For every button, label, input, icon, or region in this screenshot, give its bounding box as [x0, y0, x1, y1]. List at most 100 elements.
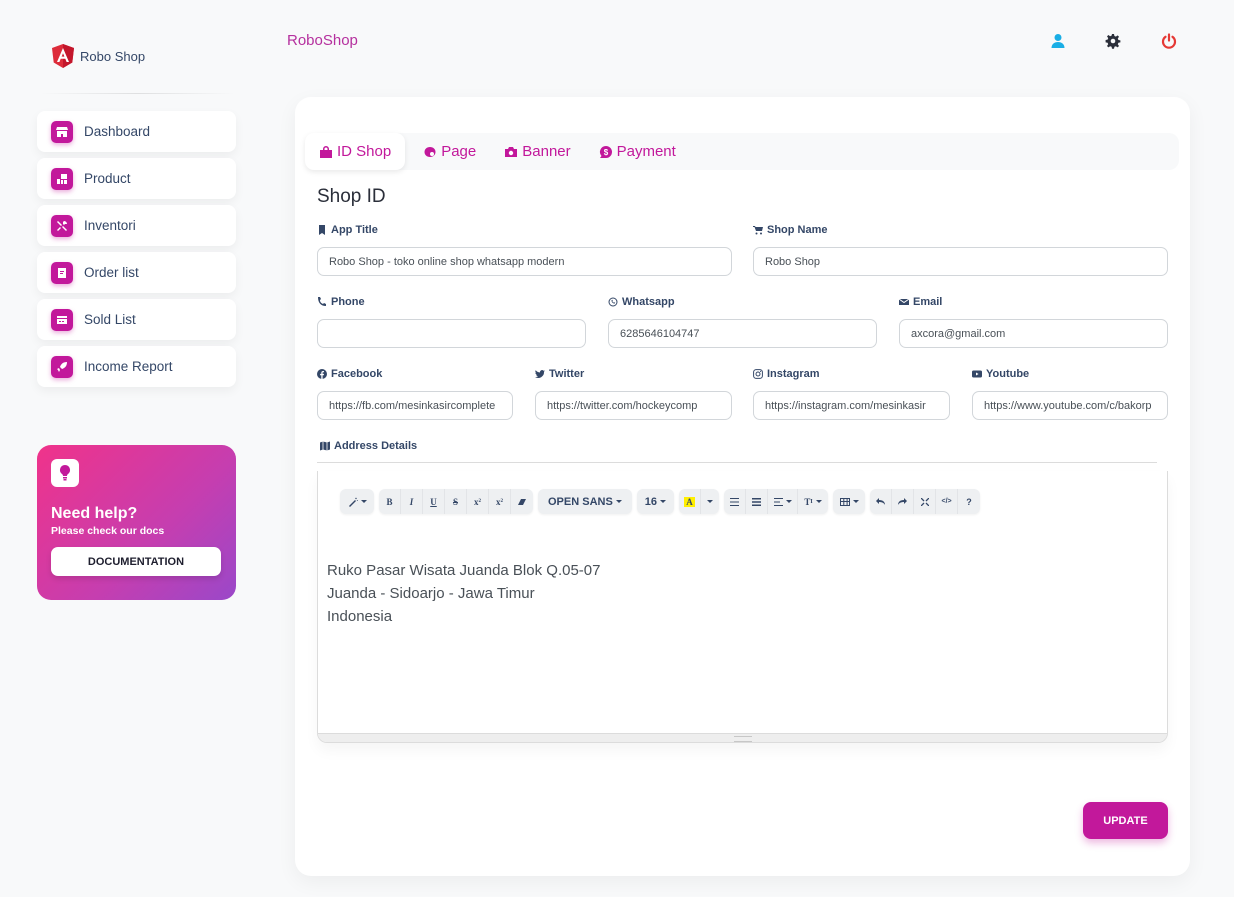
tab-payment[interactable]: $ Payment: [585, 133, 690, 170]
user-icon[interactable]: [1050, 33, 1066, 49]
sidebar-item-income-report[interactable]: Income Report: [37, 346, 236, 387]
font-size-dropdown[interactable]: 16: [637, 489, 674, 514]
credit-card-icon: [51, 308, 73, 331]
twitter-label: Twitter: [549, 368, 585, 380]
tools-icon: [51, 214, 73, 237]
sidebar-item-label: Product: [84, 171, 131, 186]
youtube-label: Youtube: [986, 368, 1030, 380]
rocket-icon: [51, 355, 73, 378]
instagram-icon: [753, 369, 763, 379]
facebook-label: Facebook: [331, 368, 383, 380]
sidebar-item-sold-list[interactable]: Sold List: [37, 299, 236, 340]
svg-text:$: $: [603, 148, 608, 157]
codeview-button[interactable]: </>: [936, 489, 959, 514]
color-dropdown[interactable]: [701, 489, 719, 514]
sidebar-nav: Dashboard Product Inventori Order list S…: [37, 111, 236, 393]
app-title-input[interactable]: [317, 247, 732, 276]
address-field-label: Address Details: [320, 439, 417, 453]
section-title: Shop ID: [317, 186, 386, 207]
phone-input[interactable]: [317, 319, 586, 348]
whatsapp-input[interactable]: [608, 319, 877, 348]
email-label: Email: [913, 296, 943, 308]
email-field: Email: [899, 295, 1168, 348]
editor-resize-handle[interactable]: [318, 733, 1167, 742]
text-color-label: A: [684, 496, 695, 507]
youtube-field: Youtube: [972, 367, 1168, 420]
unordered-list-icon[interactable]: [724, 489, 747, 514]
angular-shield-icon: [52, 44, 74, 68]
sidebar-item-label: Dashboard: [84, 124, 151, 139]
shop-name-input[interactable]: [753, 247, 1168, 276]
editor-content[interactable]: Ruko Pasar Wisata Juanda Blok Q.05-07 Ju…: [327, 559, 600, 628]
update-button[interactable]: UPDATE: [1083, 802, 1168, 839]
facebook-field: Facebook: [317, 367, 513, 420]
documentation-button[interactable]: DOCUMENTATION: [51, 547, 221, 576]
twitter-field: Twitter: [535, 367, 732, 420]
phone-label: Phone: [331, 296, 365, 308]
ordered-list-icon[interactable]: [746, 489, 769, 514]
divider: [317, 462, 1157, 463]
youtube-icon: [972, 370, 982, 378]
phone-field: Phone: [317, 295, 586, 348]
paragraph-align-icon[interactable]: [768, 489, 799, 514]
whatsapp-field: Whatsapp: [608, 295, 877, 348]
text-color-button[interactable]: A: [679, 489, 702, 514]
app-title-label: App Title: [331, 224, 378, 236]
app-title-field: App Title: [317, 223, 732, 276]
fullscreen-icon[interactable]: [914, 489, 937, 514]
line-height-icon[interactable]: TI: [798, 489, 828, 514]
twitter-input[interactable]: [535, 391, 732, 420]
help-card: Need help? Please check our docs DOCUMEN…: [37, 445, 236, 600]
email-input[interactable]: [899, 319, 1168, 348]
address-line: Indonesia: [327, 608, 393, 625]
shop-name-label: Shop Name: [767, 224, 828, 236]
shopping-cart-icon: [753, 226, 763, 235]
gear-icon[interactable]: [1105, 33, 1121, 49]
subscript-button[interactable]: x2: [489, 489, 511, 514]
twitter-icon: [535, 370, 545, 378]
whatsapp-label: Whatsapp: [622, 296, 675, 308]
power-icon[interactable]: [1161, 33, 1177, 49]
sidebar-item-inventori[interactable]: Inventori: [37, 205, 236, 246]
style-magic-icon[interactable]: [340, 489, 374, 514]
tab-id-shop[interactable]: ID Shop: [305, 133, 406, 170]
sidebar-item-dashboard[interactable]: Dashboard: [37, 111, 236, 152]
settings-card: ID Shop Page Banner $ Payment Shop ID Ap…: [295, 97, 1190, 876]
table-icon[interactable]: [833, 489, 865, 514]
camera-icon: [505, 146, 518, 157]
help-title: Need help?: [51, 505, 138, 522]
font-family-dropdown[interactable]: OPEN SANS: [538, 489, 632, 514]
instagram-field: Instagram: [753, 367, 950, 420]
instagram-input[interactable]: [753, 391, 950, 420]
underline-button[interactable]: U: [423, 489, 445, 514]
map-icon: [320, 441, 330, 451]
sidebar-item-product[interactable]: Product: [37, 158, 236, 199]
whatsapp-icon: [608, 297, 618, 307]
sidebar-item-label: Order list: [84, 265, 139, 280]
sidebar-item-order-list[interactable]: Order list: [37, 252, 236, 293]
tab-banner[interactable]: Banner: [490, 133, 584, 170]
italic-button[interactable]: I: [401, 489, 423, 514]
facebook-icon: [317, 369, 327, 379]
redo-icon[interactable]: [892, 489, 915, 514]
strikethrough-button[interactable]: S: [445, 489, 467, 514]
tab-label: Banner: [522, 143, 571, 160]
editor-toolbar: B I U S x2 x2 OPEN SANS 16 A T I </> ?: [340, 489, 981, 514]
undo-icon[interactable]: [870, 489, 893, 514]
eraser-icon[interactable]: [511, 489, 533, 514]
brand[interactable]: Robo Shop: [52, 44, 145, 68]
sidebar-item-label: Income Report: [84, 359, 173, 374]
address-line: Juanda - Sidoarjo - Jawa Timur: [327, 585, 535, 602]
tab-page[interactable]: Page: [409, 133, 490, 170]
brand-divider: [40, 93, 235, 94]
envelope-icon: [899, 298, 909, 305]
store-icon: [51, 120, 73, 143]
youtube-input[interactable]: [972, 391, 1168, 420]
document-icon: [51, 261, 73, 284]
superscript-button[interactable]: x2: [467, 489, 489, 514]
help-button[interactable]: ?: [958, 489, 980, 514]
tab-label: ID Shop: [337, 143, 392, 160]
bold-button[interactable]: B: [379, 489, 401, 514]
facebook-input[interactable]: [317, 391, 513, 420]
shop-name-field: Shop Name: [753, 223, 1168, 276]
